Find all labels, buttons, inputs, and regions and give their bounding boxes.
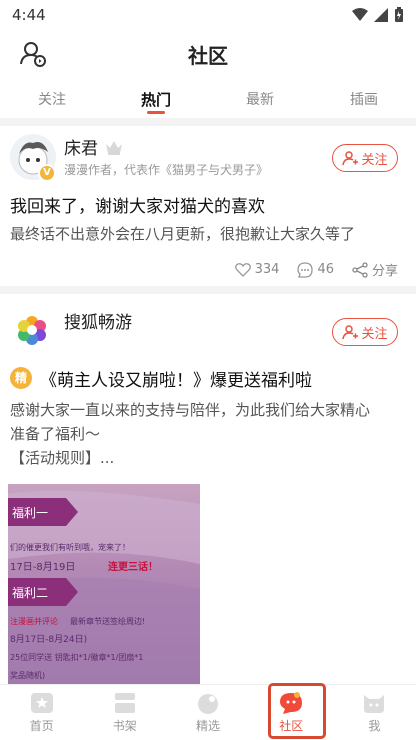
author-name[interactable]: 搜狐畅游 (64, 308, 132, 333)
post-body-line: 感谢大家一直以来的支持与陪伴，为此我们给大家精心 (10, 401, 371, 419)
nav-profile[interactable]: 我 (333, 685, 416, 740)
nav-label: 精选 (196, 719, 221, 733)
promo-date: 17日-8月19日 (10, 561, 75, 573)
app-header: 社区 (0, 30, 416, 78)
post-card[interactable]: 搜狐畅游 关注 精 《萌主人设又崩啦！》爆更送福利啦 感谢大家一直以来的支持与陪… (0, 294, 416, 684)
promo-label: 福利一 (12, 505, 48, 520)
add-user-icon (342, 325, 359, 340)
like-button[interactable]: 334 (234, 262, 280, 277)
promo-date: 8月17日-8月24日) (10, 634, 87, 645)
author-name-row: 床君 (64, 134, 124, 159)
promo-text: 最新章节送签绘周边! (70, 616, 145, 626)
post-body[interactable]: 最终话不出意外会在八月更新，很抱歉让大家久等了 (10, 222, 406, 246)
post-body-line: 准备了福利～ (10, 425, 101, 443)
follow-label: 关注 (361, 152, 388, 168)
post-title[interactable]: 我回来了，谢谢大家对猫犬的喜欢 (10, 192, 265, 217)
nav-label: 首页 (29, 719, 54, 733)
page-title: 社区 (188, 43, 228, 68)
share-icon (352, 261, 368, 278)
tab-illustration[interactable]: 插画 (312, 82, 416, 118)
promo-label: 福利二 (12, 585, 48, 600)
nav-featured[interactable]: 精选 (166, 685, 249, 740)
follow-button[interactable]: 关注 (332, 318, 398, 346)
battery-icon (395, 7, 403, 22)
promo-banner: 福利一 们的催更我们有听到哦，宠来了！ 17日-8月19日 连更三话！ 福利二 … (8, 490, 200, 684)
post-image[interactable]: 福利一 们的催更我们有听到哦，宠来了！ 17日-8月19日 连更三话！ 福利二 … (8, 484, 200, 684)
bookshelf-icon (114, 693, 135, 713)
section-divider (0, 118, 416, 126)
signal-icon (374, 8, 388, 22)
tab-hot[interactable]: 热门 (104, 82, 208, 118)
promo-text: 们的催更我们有听到哦，宠来了！ (10, 542, 130, 552)
share-label: 分享 (371, 264, 398, 279)
tab-latest[interactable]: 最新 (208, 82, 312, 118)
featured-badge: 精 (10, 367, 32, 389)
featured-icon (198, 694, 218, 714)
comment-icon (297, 261, 314, 278)
comment-button[interactable]: 46 (297, 261, 334, 278)
heart-icon (234, 263, 251, 277)
tab-following[interactable]: 关注 (0, 82, 104, 118)
post-body-line: 【活动规则】... (10, 449, 115, 467)
status-icons (352, 7, 404, 23)
post-actions: 334 46 分享 (234, 260, 398, 279)
like-count: 334 (254, 262, 280, 277)
promo-text: 奖品随机) (10, 670, 45, 680)
comment-count: 46 (317, 262, 334, 277)
nav-label: 书架 (112, 719, 137, 733)
active-highlight (267, 683, 326, 739)
share-button[interactable]: 分享 (352, 260, 398, 279)
status-time: 4:44 (12, 6, 46, 24)
section-divider (0, 286, 416, 294)
community-tabs: 关注 热门 最新 插画 (0, 82, 416, 118)
follow-button[interactable]: 关注 (332, 144, 398, 172)
post-title[interactable]: 《萌主人设又崩啦！》爆更送福利啦 (40, 366, 312, 391)
follow-label: 关注 (361, 326, 388, 342)
post-card[interactable]: V 床君 漫漫作者，代表作《猫男子与犬男子》 关注 我回来了，谢谢大家对猫犬的喜… (0, 126, 416, 286)
promo-text: 25位同学送 钥匙扣*1/徽章*1/团扇*1 (10, 652, 143, 662)
verified-badge: V (38, 164, 56, 182)
post-body[interactable]: 感谢大家一直以来的支持与陪伴，为此我们给大家精心 准备了福利～ 【活动规则】..… (10, 398, 406, 470)
author-avatar[interactable] (14, 312, 50, 348)
promo-highlight: 连更三话！ (108, 560, 158, 573)
nav-home[interactable]: 首页 (0, 685, 83, 740)
nav-label: 我 (368, 719, 381, 733)
author-subtitle: 漫漫作者，代表作《猫男子与犬男子》 (64, 163, 269, 177)
add-user-icon (342, 151, 359, 166)
bottom-nav: 首页 书架 精选 社区 我 (0, 683, 416, 740)
nav-community[interactable]: 社区 (250, 683, 333, 740)
crown-icon (106, 140, 122, 155)
nav-bookshelf[interactable]: 书架 (83, 685, 166, 740)
promo-text: 注漫画并评论 (10, 616, 58, 626)
profile-icon (364, 695, 385, 713)
author-name[interactable]: 床君 (64, 134, 98, 159)
user-settings-icon[interactable] (18, 38, 48, 68)
home-icon (30, 693, 53, 713)
wifi-icon (352, 8, 368, 21)
status-bar: 4:44 (0, 0, 416, 30)
